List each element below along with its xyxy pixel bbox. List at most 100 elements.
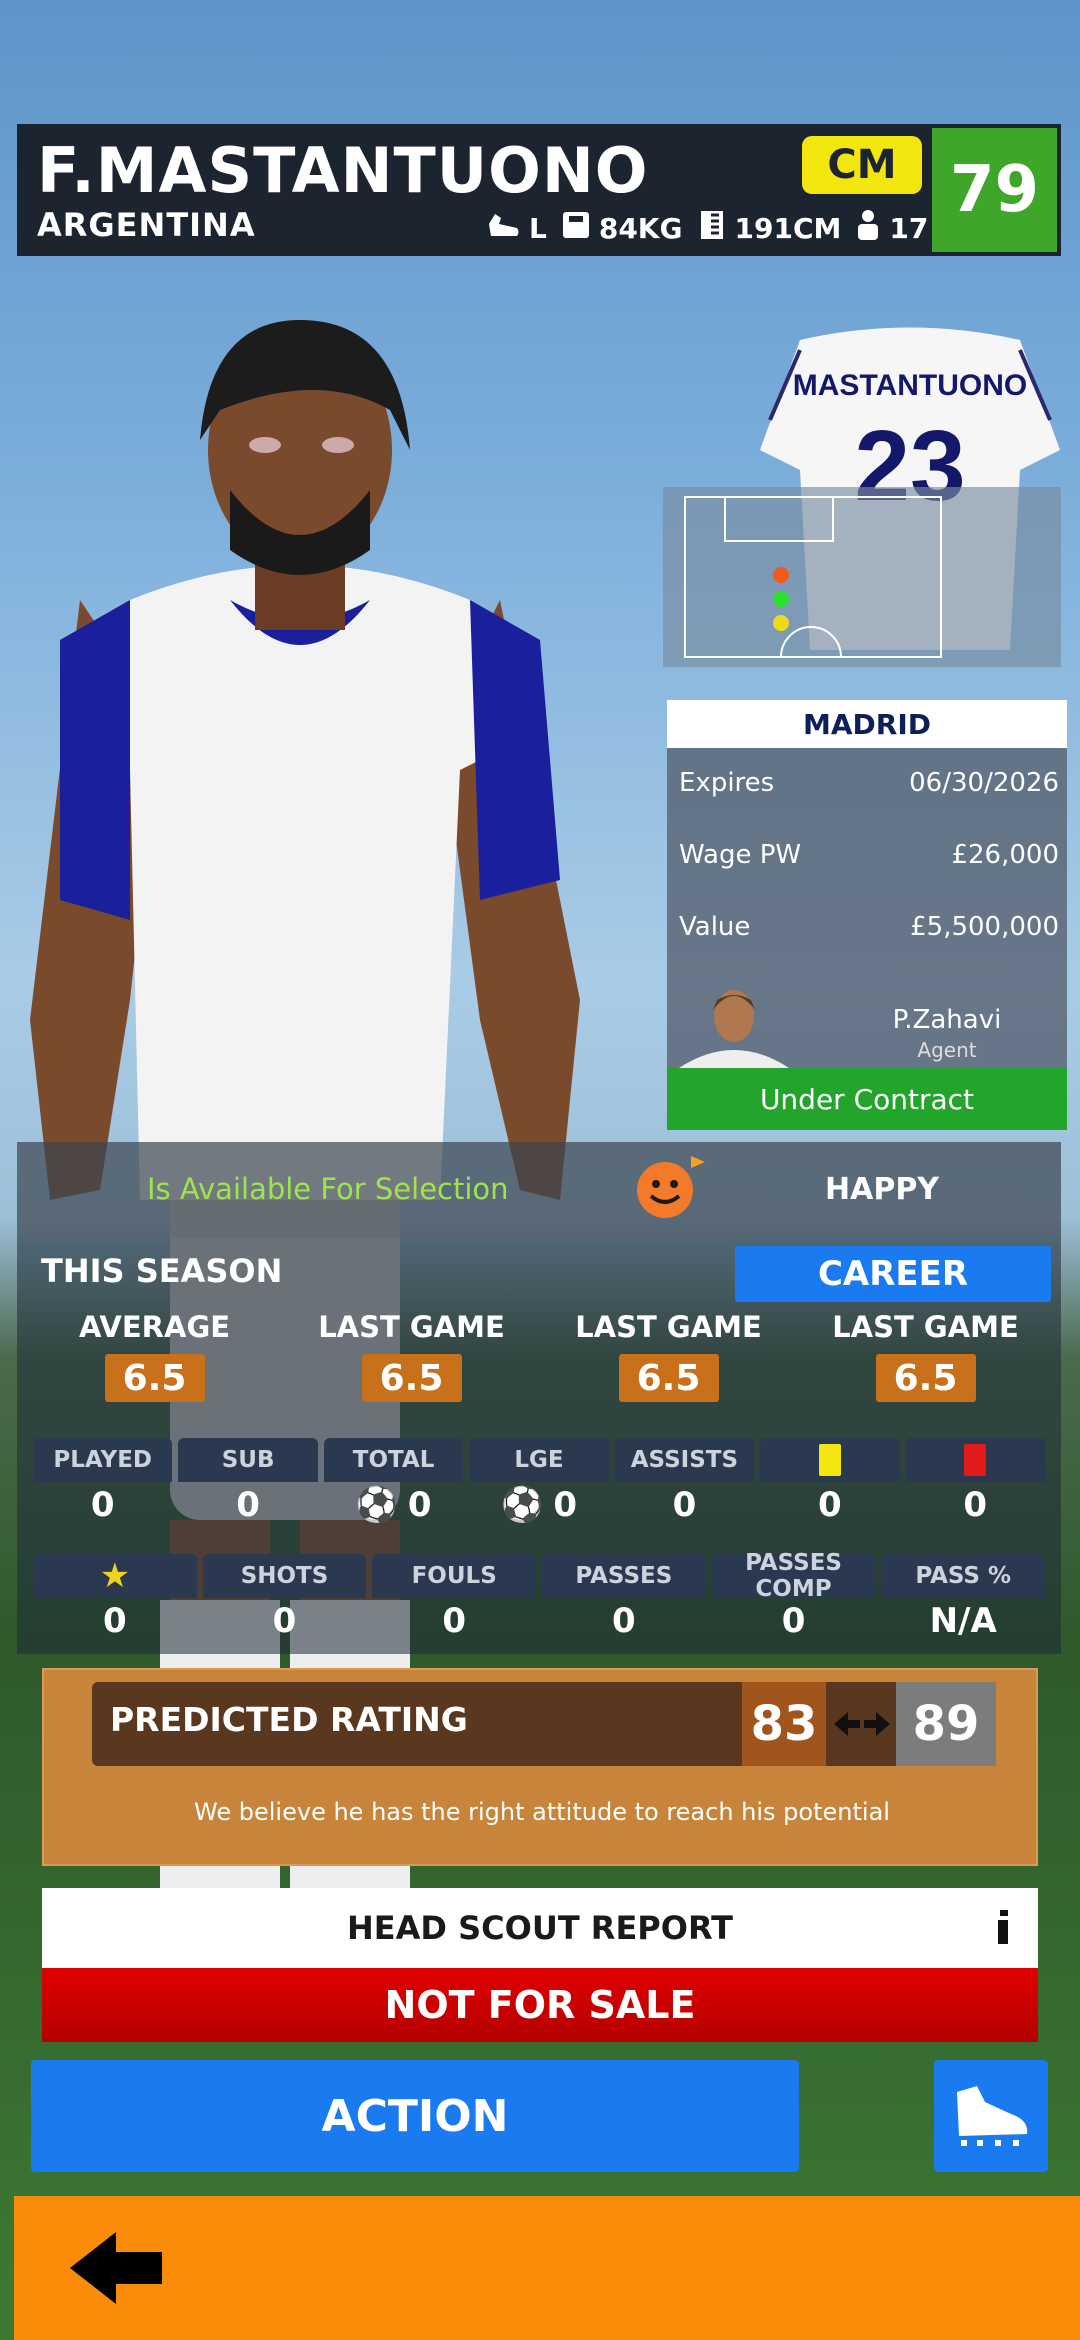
stats-row-1: PLAYED 0 SUB 0 TOTAL ⚽ 0 LGE ⚽ 0 ASSISTS 0 0 0 (33, 1438, 1045, 1528)
rating-last-game: LAST GAME 6.5 (283, 1310, 540, 1402)
stat-assists: ASSISTS 0 (614, 1438, 755, 1528)
stat-value: 0 (272, 1601, 297, 1641)
stat-label: SHOTS (202, 1554, 367, 1598)
sale-status-banner: NOT FOR SALE (42, 1968, 1038, 2042)
ratings-row: AVERAGE 6.5 LAST GAME 6.5 LAST GAME 6.5 LAS… (26, 1310, 1054, 1402)
stat-played: PLAYED 0 (33, 1438, 173, 1528)
stat-label: SUB (178, 1438, 318, 1482)
stat-total-goals: TOTAL ⚽ 0 (323, 1438, 464, 1528)
player-header: F.MASTANTUONO ARGENTINA L 84KG 191CM 17 … (17, 124, 1061, 256)
rating-last-game: LAST GAME 6.5 (797, 1310, 1054, 1402)
wage-row: Wage PW £26,000 (679, 840, 1059, 870)
predicted-rating-panel: PREDICTED RATING 83 89 We believe he has… (42, 1668, 1038, 1866)
stat-value: 0 (236, 1485, 260, 1525)
range-arrows-icon (834, 1712, 890, 1736)
season-stats-panel: THIS SEASON CAREER AVERAGE 6.5 LAST GAME 6… (17, 1238, 1061, 1654)
stat-label: PASS % (881, 1554, 1046, 1598)
stat-value: 0 (612, 1601, 636, 1641)
predicted-max: 89 (896, 1682, 996, 1766)
stat-league-goals: LGE ⚽ 0 (469, 1438, 609, 1528)
expires-value: 06/30/2026 (909, 768, 1059, 798)
position-badge: CM (802, 136, 922, 194)
happy-face-icon (637, 1156, 705, 1218)
agent-name[interactable]: P.Zahavi (847, 1005, 1047, 1035)
value-amount: £5,500,000 (910, 912, 1059, 942)
stats-row-2: ★ 0 SHOTS 0 FOULS 0 PASSES 0 PASSES COMP 0 PA… (33, 1550, 1046, 1644)
value-label: Value (679, 912, 751, 942)
predicted-rating-label: PREDICTED RATING (110, 1700, 468, 1739)
stat-value: 0 (407, 1485, 432, 1525)
wage-label: Wage PW (679, 840, 802, 870)
ball-icon: ⚽ (500, 1485, 544, 1525)
stat-passes: PASSES 0 (542, 1554, 706, 1644)
height-ruler-icon (697, 209, 727, 248)
stat-passes-comp: PASSES COMP 0 (711, 1550, 876, 1644)
stat-value: 0 (781, 1601, 806, 1641)
head-scout-report-button[interactable]: HEAD SCOUT REPORT (42, 1888, 1038, 1968)
footer-bar (14, 2196, 1080, 2340)
stat-pass-percent: PASS % N/A (881, 1554, 1046, 1644)
predicted-min: 83 (742, 1682, 826, 1766)
player-attributes: L 84KG 191CM 17 (487, 208, 928, 248)
career-button[interactable]: CAREER (735, 1246, 1051, 1302)
back-arrow-icon[interactable] (66, 2228, 176, 2308)
rating-value: 6.5 (361, 1354, 462, 1402)
red-card-icon (964, 1444, 987, 1476)
stat-sub: SUB 0 (178, 1438, 318, 1528)
weight-value: 84KG (598, 211, 683, 245)
info-icon[interactable] (998, 1910, 1010, 1944)
stat-fouls: FOULS 0 (372, 1554, 537, 1644)
stat-label: PLAYED (33, 1438, 173, 1482)
age-value: 17 (889, 211, 929, 245)
season-label: THIS SEASON (41, 1252, 283, 1290)
pitch-dot-red (773, 567, 789, 583)
height-value: 191CM (734, 211, 842, 245)
football-boot-icon (957, 2086, 1028, 2146)
stat-value: 0 (817, 1485, 842, 1525)
stat-red-cards: 0 (905, 1438, 1045, 1528)
pitch-dot-yellow (773, 615, 789, 631)
star-icon: ★ (99, 1556, 131, 1596)
stat-value: 0 (442, 1601, 467, 1641)
rating-value: 6.5 (875, 1354, 976, 1402)
weight-scale-icon (561, 210, 591, 247)
boot-icon (487, 210, 521, 247)
player-nation: ARGENTINA (37, 206, 256, 244)
rating-value: 6.5 (618, 1354, 719, 1402)
value-row: Value £5,500,000 (679, 912, 1059, 942)
contract-card: MADRID Expires 06/30/2026 Wage PW £26,00… (667, 700, 1067, 1130)
stat-value: 0 (672, 1485, 697, 1525)
overall-rating: 79 (932, 128, 1057, 252)
stat-value: 0 (90, 1485, 115, 1525)
wage-value: £26,000 (951, 840, 1059, 870)
expires-row: Expires 06/30/2026 (679, 768, 1059, 798)
person-age-icon (855, 209, 881, 248)
club-name: MADRID (667, 700, 1067, 748)
stat-value: N/A (929, 1601, 997, 1641)
agent-avatar[interactable] (679, 982, 789, 1068)
predicted-comment: We believe he has the right attitude to … (194, 1798, 890, 1826)
rating-value: 6.5 (104, 1354, 205, 1402)
jersey-name: MASTANTUONO (793, 369, 1027, 402)
stat-label: PASSES (542, 1554, 706, 1598)
foot-value: L (529, 211, 547, 245)
stat-value: 0 (963, 1485, 988, 1525)
boot-button[interactable] (934, 2060, 1048, 2172)
stat-label: ASSISTS (614, 1438, 755, 1482)
stat-label: PASSES COMP (711, 1550, 876, 1602)
stat-label: FOULS (372, 1554, 537, 1598)
stat-label: LGE (469, 1438, 609, 1482)
rating-average: AVERAGE 6.5 (26, 1310, 283, 1402)
rating-label: LAST GAME (318, 1310, 505, 1344)
expires-label: Expires (679, 768, 775, 798)
availability-text: Is Available For Selection (147, 1172, 509, 1206)
ball-icon: ⚽ (355, 1485, 398, 1525)
rating-label: LAST GAME (832, 1310, 1019, 1344)
stat-value: 0 (553, 1485, 577, 1525)
rating-last-game: LAST GAME 6.5 (540, 1310, 797, 1402)
agent-label: Agent (917, 1038, 977, 1062)
rating-label: LAST GAME (575, 1310, 762, 1344)
stat-label: TOTAL (323, 1438, 464, 1482)
contract-status: Under Contract (667, 1068, 1067, 1130)
action-button[interactable]: ACTION (31, 2060, 799, 2172)
